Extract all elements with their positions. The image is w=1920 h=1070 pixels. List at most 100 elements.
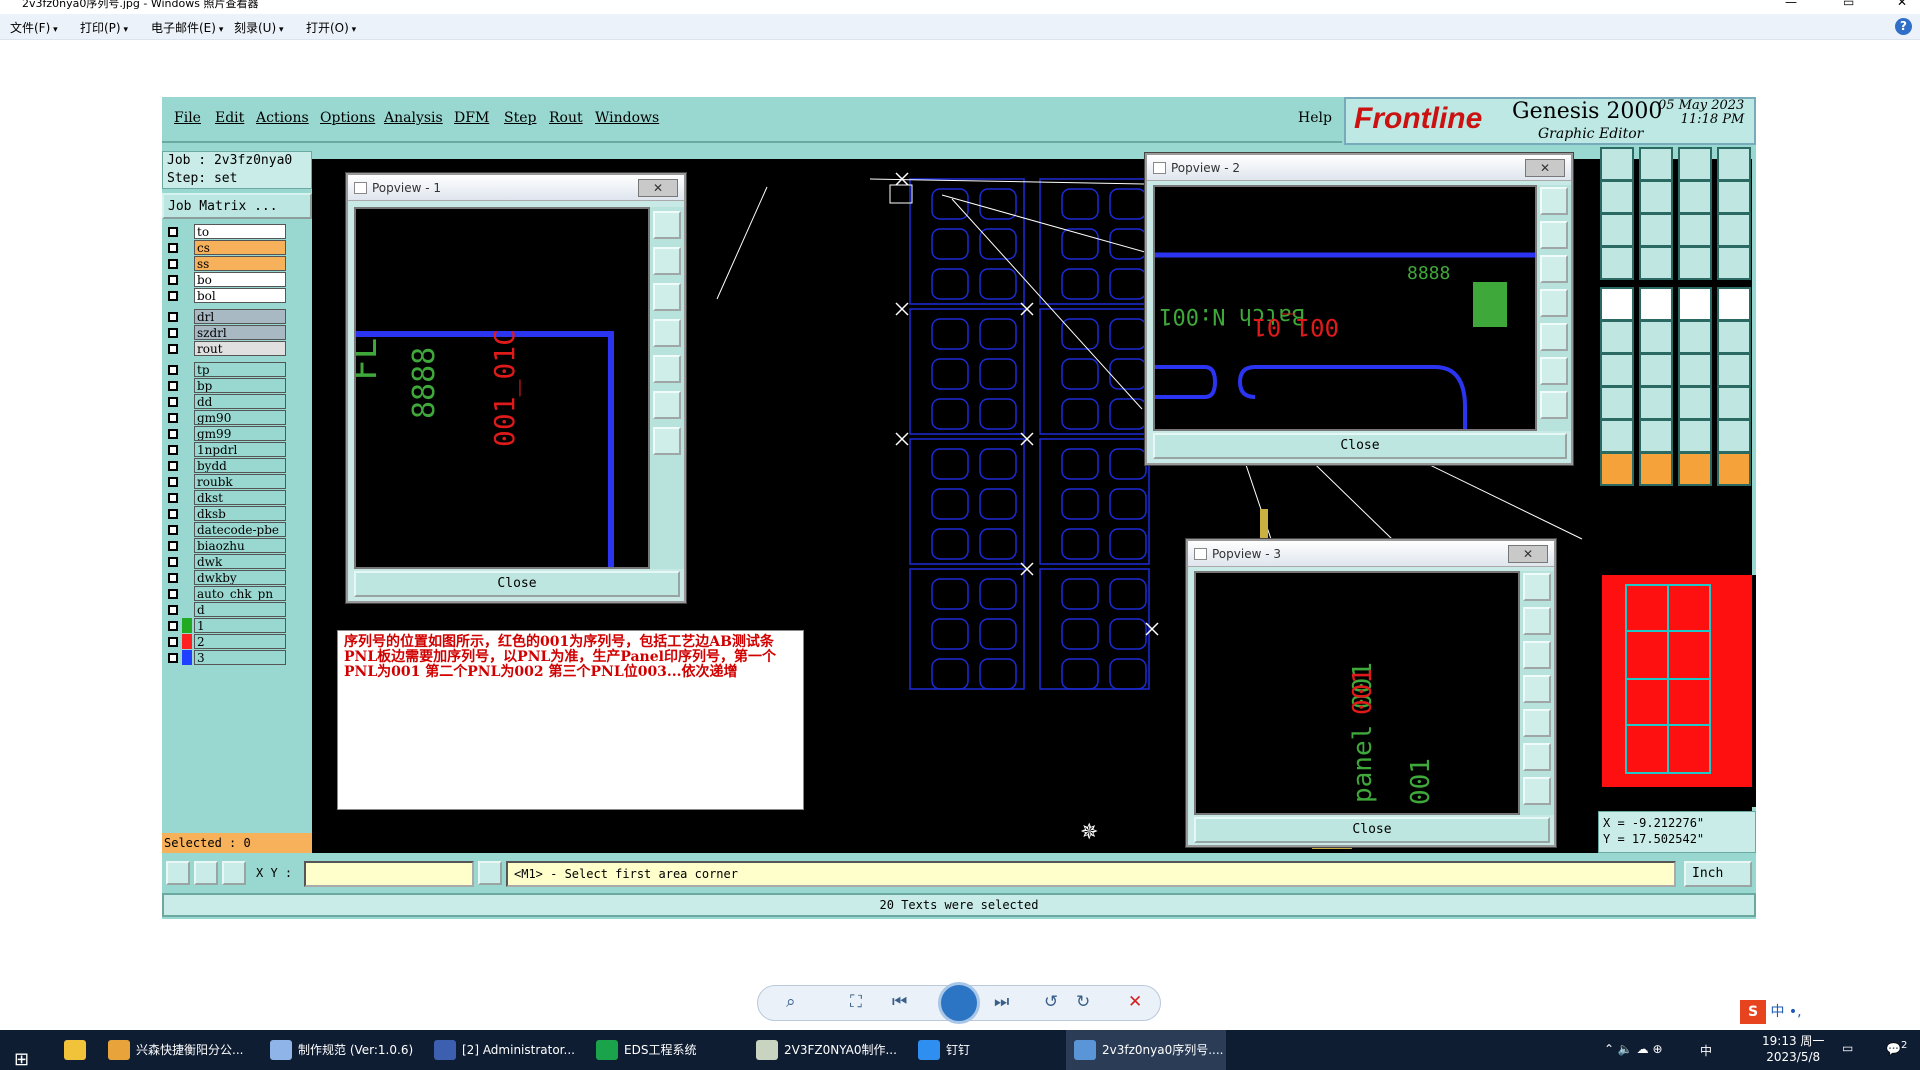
popview-1-view[interactable]: FL 8888 001_01C: [344, 207, 650, 569]
layer-checkbox[interactable]: [168, 381, 178, 391]
menu-burn[interactable]: 刻录(U): [234, 19, 284, 36]
layer-checkbox[interactable]: [168, 493, 178, 503]
taskbar-item[interactable]: 钉钉: [910, 1030, 1064, 1070]
layer-row[interactable]: gm90: [164, 410, 286, 425]
window-close-button[interactable]: ✕: [1897, 0, 1907, 8]
taskbar-item[interactable]: 2v3fz0nya0序列号....: [1066, 1030, 1226, 1070]
pv3-zoom-icon[interactable]: [1523, 573, 1551, 601]
tool-button-7-1-icon[interactable]: [1639, 386, 1673, 420]
tool-button-9-0-icon[interactable]: [1600, 452, 1634, 486]
layer-row[interactable]: dkst: [164, 490, 286, 505]
layer-row[interactable]: dwkby: [164, 570, 286, 585]
taskbar-item[interactable]: EDS工程系统: [588, 1030, 746, 1070]
pv3-zoom-out-icon[interactable]: [1523, 743, 1551, 771]
tool-button-2-2-icon[interactable]: [1678, 213, 1712, 247]
tool-button-3-2-icon[interactable]: [1678, 246, 1712, 280]
layer-row[interactable]: auto_chk_pn: [164, 586, 286, 601]
pv1-pan-down-icon[interactable]: [653, 283, 681, 311]
measure-icon[interactable]: [194, 861, 218, 885]
gmenu-rout[interactable]: Rout: [549, 110, 583, 126]
layer-row[interactable]: cs: [164, 240, 286, 255]
menu-email[interactable]: 电子邮件(E): [151, 19, 223, 36]
layer-checkbox[interactable]: [168, 243, 178, 253]
actual-size-icon[interactable]: ⛶: [850, 992, 862, 1012]
tool-button-6-2-icon[interactable]: [1678, 353, 1712, 387]
tool-button-8-1-icon[interactable]: [1639, 419, 1673, 453]
gmenu-analysis[interactable]: Analysis: [384, 110, 443, 126]
gmenu-windows[interactable]: Windows: [595, 110, 659, 126]
popview-3-close-icon[interactable]: ✕: [1508, 545, 1548, 563]
tool-button-0-1-icon[interactable]: [1639, 147, 1673, 181]
menu-open[interactable]: 打开(O): [306, 19, 356, 36]
start-button[interactable]: ⊞: [0, 1030, 46, 1070]
layer-checkbox[interactable]: [168, 621, 178, 631]
tool-button-5-0-icon[interactable]: [1600, 320, 1634, 354]
layer-checkbox[interactable]: [168, 589, 178, 599]
layer-checkbox[interactable]: [168, 413, 178, 423]
layer-checkbox[interactable]: [168, 653, 178, 663]
tool-button-1-3-icon[interactable]: [1717, 180, 1751, 214]
layer-row[interactable]: gm99: [164, 426, 286, 441]
gmenu-help[interactable]: Help: [1298, 110, 1332, 126]
tool-button-6-3-icon[interactable]: [1717, 353, 1751, 387]
layer-checkbox[interactable]: [168, 557, 178, 567]
pv3-pan-right-icon[interactable]: [1523, 709, 1551, 737]
tool-button-4-1-icon[interactable]: [1639, 287, 1673, 321]
rotate-left-icon[interactable]: ↺: [1044, 992, 1058, 1012]
show-desktop-icon[interactable]: ▭: [1842, 1041, 1853, 1055]
layer-checkbox[interactable]: [168, 344, 178, 354]
pv1-pan-right-icon[interactable]: [653, 355, 681, 383]
gmenu-step[interactable]: Step: [504, 110, 536, 126]
layer-checkbox[interactable]: [168, 509, 178, 519]
tool-button-1-2-icon[interactable]: [1678, 180, 1712, 214]
taskbar-item[interactable]: 制作规范 (Ver:1.0.6): [262, 1030, 422, 1070]
tool-button-5-1-icon[interactable]: [1639, 320, 1673, 354]
popview-3-close-button[interactable]: Close: [1194, 817, 1550, 843]
layer-row[interactable]: roubk: [164, 474, 286, 489]
layer-row[interactable]: 1: [164, 618, 286, 633]
tool-button-0-3-icon[interactable]: [1717, 147, 1751, 181]
layer-row[interactable]: ss: [164, 256, 286, 271]
job-matrix-button[interactable]: Job Matrix ...: [162, 193, 312, 219]
rotate-right-icon[interactable]: ↻: [1076, 992, 1090, 1012]
tool-button-9-2-icon[interactable]: [1678, 452, 1712, 486]
pv1-zoom-icon[interactable]: [653, 211, 681, 239]
tool-button-4-0-icon[interactable]: [1600, 287, 1634, 321]
file-explorer-button[interactable]: [56, 1030, 100, 1070]
layer-row[interactable]: szdrl: [164, 325, 286, 340]
pv1-pan-up-icon[interactable]: [653, 247, 681, 275]
layer-row[interactable]: tp: [164, 362, 286, 377]
tool-button-4-2-icon[interactable]: [1678, 287, 1712, 321]
slideshow-button[interactable]: [938, 982, 980, 1024]
pv2-pan-down-icon[interactable]: [1540, 255, 1568, 283]
layer-row[interactable]: datecode-pbe: [164, 522, 286, 537]
tool-button-8-3-icon[interactable]: [1717, 419, 1751, 453]
info-icon[interactable]: [478, 861, 502, 885]
layer-row[interactable]: dd: [164, 394, 286, 409]
snap-icon[interactable]: [222, 861, 246, 885]
tool-button-8-0-icon[interactable]: [1600, 419, 1634, 453]
tool-button-3-1-icon[interactable]: [1639, 246, 1673, 280]
tool-button-6-1-icon[interactable]: [1639, 353, 1673, 387]
tool-button-5-3-icon[interactable]: [1717, 320, 1751, 354]
pv2-pan-left-icon[interactable]: [1540, 289, 1568, 317]
layer-row[interactable]: biaozhu: [164, 538, 286, 553]
step-overview[interactable]: [1598, 575, 1756, 807]
help-icon[interactable]: ?: [1895, 18, 1912, 35]
tool-button-7-0-icon[interactable]: [1600, 386, 1634, 420]
layer-row[interactable]: bydd: [164, 458, 286, 473]
menu-print[interactable]: 打印(P): [80, 19, 128, 36]
layer-checkbox[interactable]: [168, 429, 178, 439]
layer-checkbox[interactable]: [168, 227, 178, 237]
pv1-zoom-out-icon[interactable]: [653, 391, 681, 419]
layer-row[interactable]: 2: [164, 634, 286, 649]
layer-row[interactable]: dksb: [164, 506, 286, 521]
layer-row[interactable]: d: [164, 602, 286, 617]
tool-button-5-2-icon[interactable]: [1678, 320, 1712, 354]
layer-row[interactable]: drl: [164, 309, 286, 324]
layer-row[interactable]: dwk: [164, 554, 286, 569]
layer-checkbox[interactable]: [168, 397, 178, 407]
pv3-pan-left-icon[interactable]: [1523, 675, 1551, 703]
taskbar-item[interactable]: 2V3FZ0NYA0制作...: [748, 1030, 908, 1070]
gmenu-options[interactable]: Options: [320, 110, 375, 126]
